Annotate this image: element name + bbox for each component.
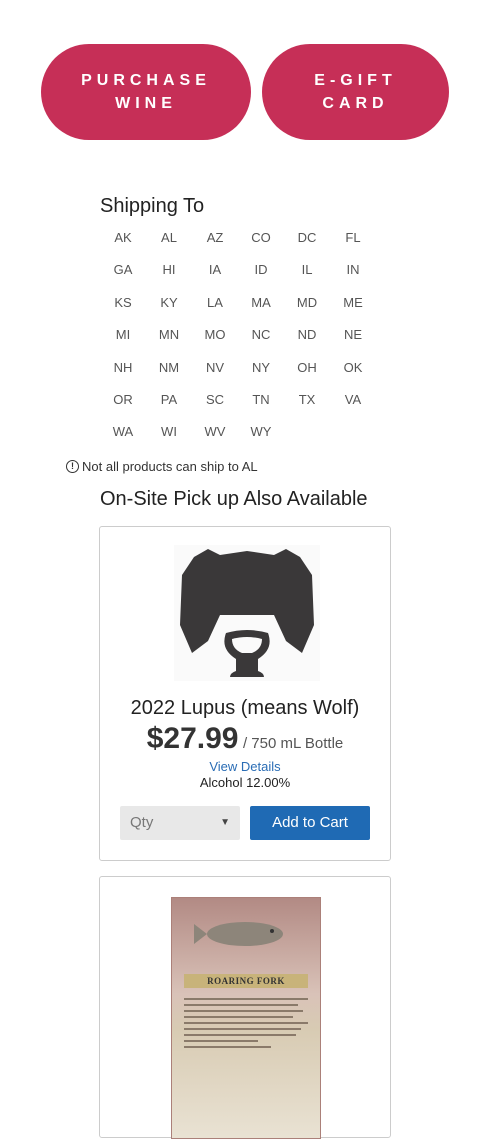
shipping-title: Shipping To bbox=[100, 195, 205, 217]
shipping-notice: ! Not all products can ship to AL bbox=[66, 459, 258, 474]
wine-label-banner: ROARING FORK bbox=[184, 974, 308, 988]
state-ks: KS bbox=[114, 294, 132, 310]
state-ak: AK bbox=[114, 230, 132, 245]
chevron-down-icon: ▼ bbox=[220, 817, 230, 828]
price-line: $27.99 / 750 mL Bottle bbox=[100, 722, 390, 756]
wine-label-image: ROARING FORK bbox=[171, 897, 321, 1139]
state-nd: ND bbox=[297, 327, 317, 343]
state-tn: TN bbox=[252, 391, 270, 407]
alcohol-content: Alcohol 12.00% bbox=[199, 775, 291, 790]
state-id: ID bbox=[254, 262, 268, 278]
shipping-notice-text: Not all products can ship to AL bbox=[82, 459, 258, 474]
state-sc: SC bbox=[205, 391, 225, 407]
state-ia: IA bbox=[208, 262, 222, 278]
state-me: ME bbox=[343, 294, 363, 310]
state-ok: OK bbox=[343, 359, 363, 375]
state-nc: NC bbox=[251, 327, 271, 343]
state-tx: TX bbox=[298, 391, 316, 407]
product-price: $27.99 bbox=[146, 722, 239, 755]
pickup-title: On-Site Pick up Also Available bbox=[100, 488, 368, 510]
product-unit: / 750 mL Bottle bbox=[242, 735, 344, 752]
state-co: CO bbox=[251, 230, 271, 245]
state-la: LA bbox=[207, 294, 223, 310]
state-mn: MN bbox=[158, 327, 180, 343]
state-ne: NE bbox=[343, 327, 363, 343]
state-il: IL bbox=[301, 262, 313, 278]
fish-illustration bbox=[194, 922, 283, 946]
add-to-cart-button[interactable]: Add to Cart bbox=[250, 806, 370, 840]
quantity-select[interactable]: Qty ▼ bbox=[120, 806, 240, 840]
wine-label-text-block bbox=[184, 998, 308, 1052]
state-pa: PA bbox=[160, 391, 178, 407]
product-card: ROARING FORK bbox=[99, 876, 391, 1139]
state-mo: MO bbox=[204, 327, 226, 343]
state-az: AZ bbox=[206, 230, 224, 245]
state-oh: OH bbox=[297, 359, 317, 375]
bear-logo-image bbox=[174, 545, 320, 681]
info-icon: ! bbox=[66, 460, 79, 473]
state-ky: KY bbox=[160, 294, 178, 310]
state-wy: WY bbox=[250, 424, 272, 440]
state-nm: NM bbox=[158, 359, 180, 375]
state-nv: NV bbox=[205, 359, 225, 375]
state-in: IN bbox=[346, 262, 360, 278]
purchase-wine-button[interactable]: PURCHASE WINE bbox=[41, 44, 251, 140]
cut-off-text bbox=[0, 0, 490, 6]
state-ny: NY bbox=[251, 359, 271, 375]
state-dc: DC bbox=[297, 230, 317, 245]
state-hi: HI bbox=[162, 262, 176, 278]
state-ma: MA bbox=[251, 294, 271, 310]
state-or: OR bbox=[113, 391, 133, 407]
state-wa: WA bbox=[112, 424, 134, 440]
product-card: 2022 Lupus (means Wolf) $27.99 / 750 mL … bbox=[99, 526, 391, 861]
state-wi: WI bbox=[161, 424, 177, 440]
product-name: 2022 Lupus (means Wolf) bbox=[130, 697, 360, 719]
state-md: MD bbox=[296, 294, 318, 310]
shipping-states-grid: AK AL AZ CO DC FL GA HI IA ID IL IN KS KY LA MA MD ME MI MN… bbox=[100, 228, 376, 455]
state-al: AL bbox=[161, 230, 177, 245]
egift-card-button[interactable]: E-GIFT CARD bbox=[262, 44, 449, 140]
state-va: VA bbox=[344, 391, 362, 407]
state-mi: MI bbox=[115, 327, 131, 343]
quantity-placeholder: Qty bbox=[130, 814, 154, 831]
view-details-link[interactable]: View Details bbox=[100, 759, 390, 774]
state-fl: FL bbox=[345, 230, 361, 245]
state-ga: GA bbox=[113, 262, 133, 278]
state-nh: NH bbox=[113, 359, 133, 375]
state-wv: WV bbox=[204, 424, 226, 440]
